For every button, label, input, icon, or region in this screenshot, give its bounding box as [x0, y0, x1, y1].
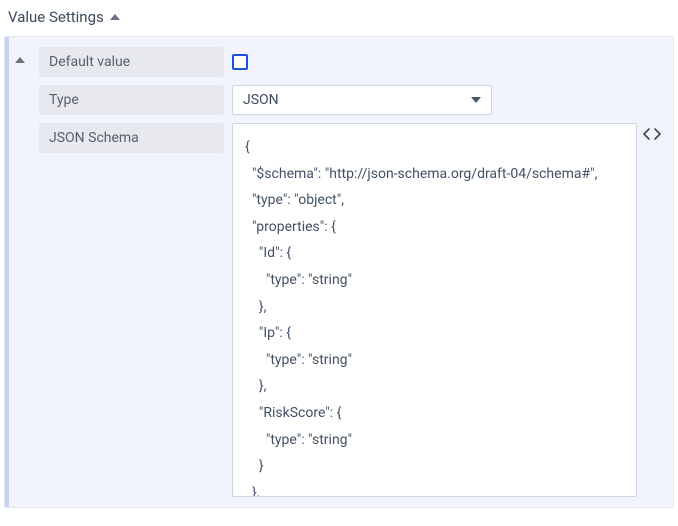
json-schema-content: { "$schema": "http://json-schema.org/dra…	[245, 134, 624, 497]
panel-collapse-button[interactable]	[9, 45, 31, 63]
form-area: Default value Type JSON JSON Schema { "$…	[31, 45, 665, 499]
chevron-down-icon	[471, 97, 481, 103]
section-title: Value Settings	[8, 8, 104, 26]
value-settings-panel: Default value Type JSON JSON Schema { "$…	[4, 36, 674, 508]
code-view-toggle[interactable]	[637, 123, 661, 141]
row-json-schema: JSON Schema { "$schema": "http://json-sc…	[39, 123, 661, 497]
row-default-value: Default value	[39, 47, 661, 77]
json-schema-textarea[interactable]: { "$schema": "http://json-schema.org/dra…	[232, 123, 637, 497]
type-select-value: JSON	[243, 92, 279, 108]
collapse-up-icon	[110, 14, 120, 20]
section-header[interactable]: Value Settings	[0, 0, 678, 36]
default-value-checkbox[interactable]	[232, 54, 248, 70]
label-type: Type	[39, 85, 224, 115]
code-icon	[643, 127, 661, 141]
label-default-value: Default value	[39, 47, 224, 77]
label-json-schema: JSON Schema	[39, 123, 224, 153]
panel-accent-bar	[5, 37, 9, 507]
type-select[interactable]: JSON	[232, 85, 492, 115]
row-type: Type JSON	[39, 85, 661, 115]
chevron-up-icon	[15, 57, 25, 63]
